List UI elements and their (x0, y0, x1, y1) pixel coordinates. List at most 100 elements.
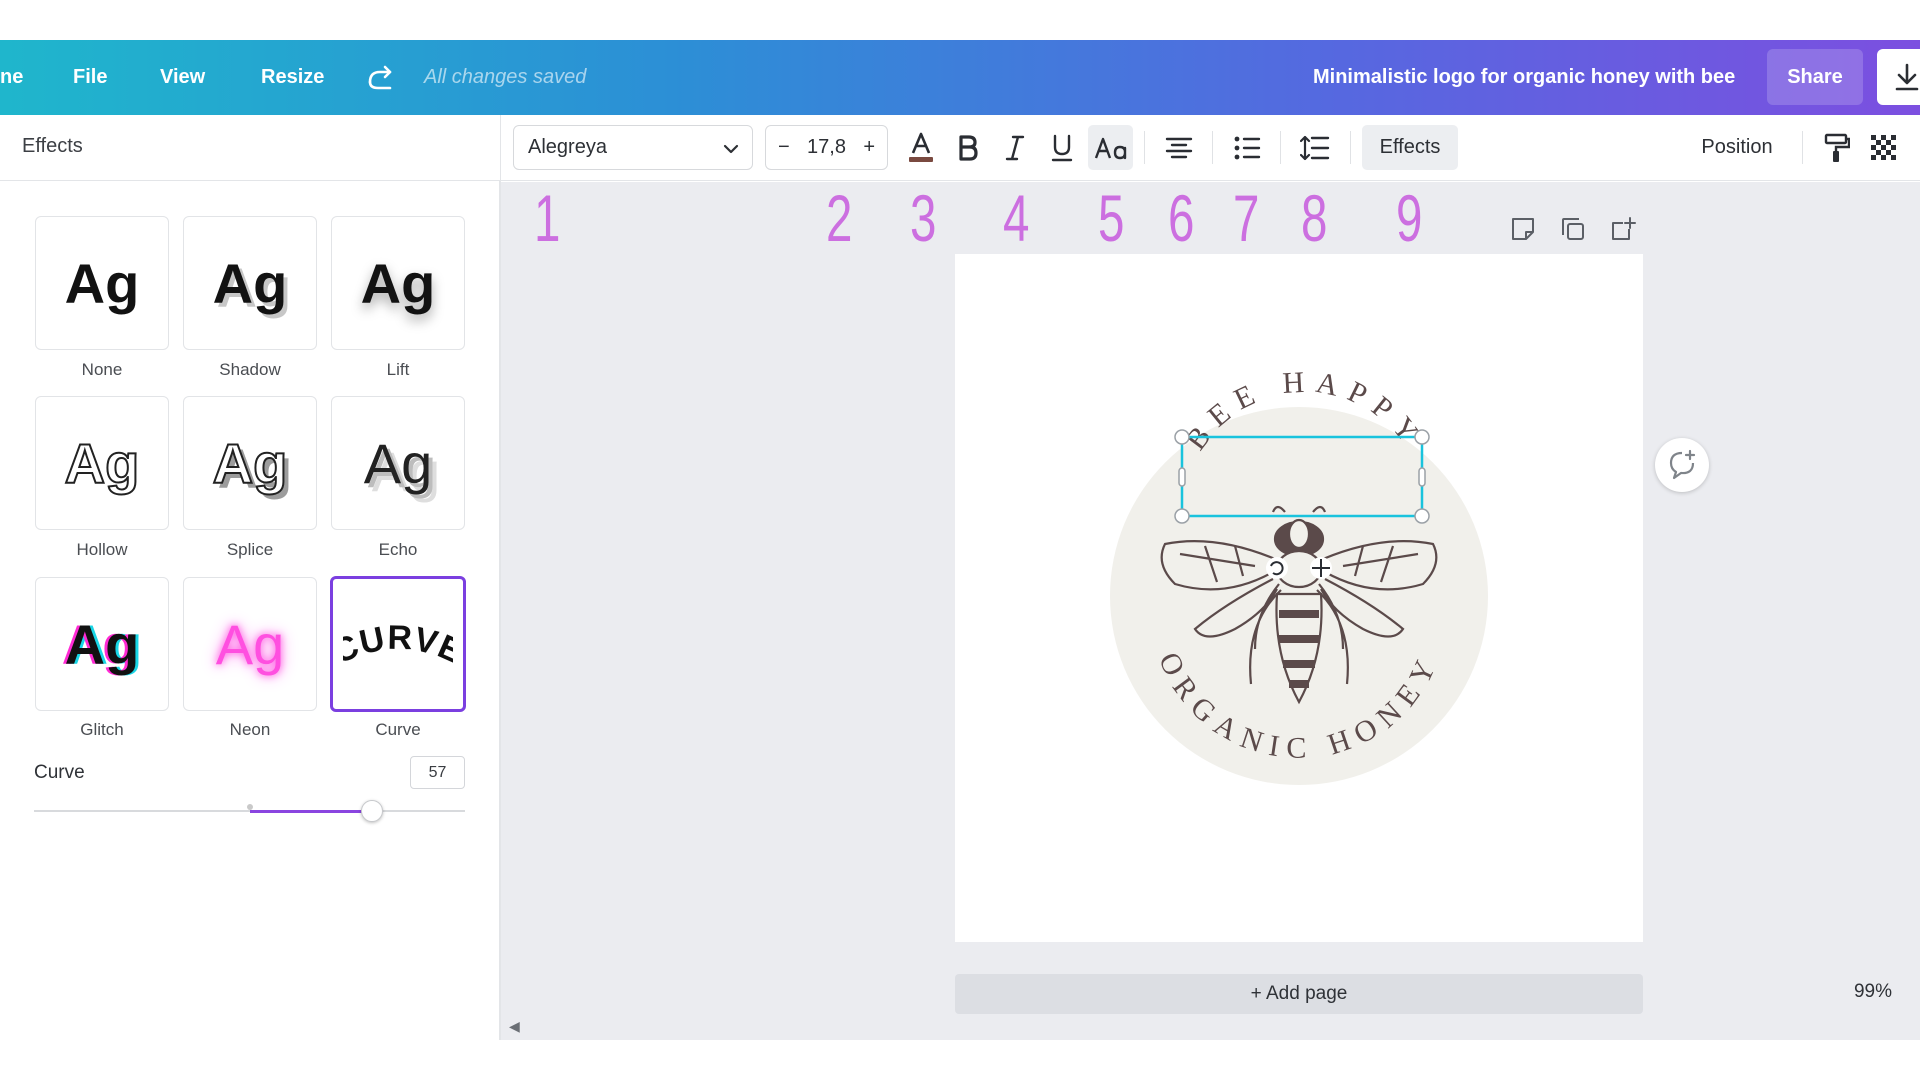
curve-value-input[interactable]: 57 (410, 756, 465, 789)
annotation-number: 9 (1396, 181, 1423, 255)
scroll-left-icon[interactable]: ◀ (509, 1018, 520, 1035)
position-button-label: Position (1701, 136, 1773, 158)
font-family-dropdown[interactable]: Alegreya (513, 125, 753, 170)
effect-label: Glitch (80, 720, 124, 739)
list-button[interactable] (1224, 125, 1269, 170)
share-button[interactable]: Share (1767, 49, 1863, 105)
nav-view[interactable]: View (160, 40, 205, 115)
effect-preview: Ag (64, 431, 141, 496)
underline-icon (1051, 134, 1072, 161)
effect-preview: Ag (212, 431, 289, 496)
add-comment-button[interactable] (1655, 438, 1709, 492)
line-spacing-icon (1299, 135, 1329, 160)
effect-echo-tile[interactable]: Ag (331, 396, 465, 530)
curve-slider-center-mark (247, 804, 253, 810)
annotation-number: 3 (910, 181, 937, 255)
effect-preview: Ag (215, 612, 285, 676)
effect-hollow-tile[interactable]: Ag (35, 396, 169, 530)
add-page-button[interactable]: + Add page (955, 974, 1643, 1014)
spacing-button[interactable] (1292, 125, 1337, 170)
zoom-level[interactable]: 99% (1818, 964, 1920, 1020)
underline-button[interactable] (1039, 125, 1084, 170)
annotation-number: 8 (1301, 181, 1328, 255)
effect-preview: Ag (64, 612, 140, 676)
download-icon (1895, 63, 1919, 91)
effect-label: Lift (386, 360, 410, 379)
annotation-number: 7 (1233, 181, 1260, 255)
add-page-icon[interactable] (1609, 215, 1637, 243)
effects-panel-header: Effects (0, 115, 500, 181)
italic-icon (1005, 135, 1024, 160)
save-status: All changes saved (424, 66, 587, 88)
comment-add-icon (1669, 449, 1696, 480)
effect-splice-tile[interactable]: Ag (183, 396, 317, 530)
font-size-increase-button[interactable]: + (863, 136, 875, 159)
add-page-label: + Add page (1250, 983, 1348, 1004)
effect-label: Splice (226, 540, 274, 559)
annotation-number: 5 (1098, 181, 1125, 255)
effects-button-label: Effects (1379, 136, 1441, 158)
top-bar: ne File View Resize All changes saved Mi… (0, 40, 1920, 115)
redo-icon[interactable] (364, 62, 396, 94)
resize-handle (1174, 508, 1190, 524)
chevron-down-icon (723, 144, 739, 154)
effect-glitch-tile[interactable]: Ag (35, 577, 169, 711)
align-center-icon (1165, 137, 1192, 158)
nav-resize[interactable]: Resize (261, 40, 324, 115)
share-label: Share (1787, 65, 1843, 88)
effect-curve-tile[interactable]: CURVE (330, 576, 466, 712)
resize-handle (1418, 467, 1426, 487)
annotation-number: 4 (1003, 181, 1030, 255)
effect-shadow-tile[interactable]: Ag (183, 216, 317, 350)
font-size-decrease-button[interactable]: − (778, 136, 790, 159)
curve-value: 57 (428, 763, 447, 781)
bottom-margin (0, 1040, 1920, 1080)
bee-logo[interactable]: BEE HAPPY ORGANIC HONEY (955, 254, 1643, 942)
font-family-value: Alegreya (528, 136, 607, 158)
effect-label: Curve (375, 720, 421, 739)
curve-slider-fill (250, 810, 373, 813)
text-color-icon (908, 132, 933, 162)
font-size-value[interactable]: 17,8 (807, 136, 846, 159)
toolbar-divider (1350, 131, 1351, 164)
italic-button[interactable] (992, 125, 1037, 170)
effects-button[interactable]: Effects (1362, 125, 1458, 170)
effect-preview: CURVE (343, 619, 453, 672)
download-button[interactable] (1877, 49, 1920, 105)
paint-roller-icon (1824, 133, 1850, 162)
effect-neon-tile[interactable]: Ag (183, 577, 317, 711)
toolbar-divider (1280, 131, 1281, 164)
resize-handle (1414, 429, 1430, 445)
duplicate-page-icon[interactable] (1559, 215, 1587, 243)
effect-lift-tile[interactable]: Ag (331, 216, 465, 350)
toolbar-divider (1212, 131, 1213, 164)
nav-home[interactable]: ne (0, 40, 23, 115)
effect-none-tile[interactable]: Ag (35, 216, 169, 350)
effect-label: Echo (378, 540, 418, 559)
move-icon (1310, 557, 1332, 579)
letter-case-icon (1094, 137, 1126, 159)
transparency-icon (1870, 134, 1896, 160)
nav-file[interactable]: File (73, 40, 107, 115)
resize-handle (1414, 508, 1430, 524)
effect-label: Shadow (219, 360, 281, 379)
text-color-button[interactable] (898, 125, 943, 170)
annotation-number: 6 (1168, 181, 1195, 255)
toolbar-divider (1144, 131, 1145, 164)
effect-preview: Ag (363, 431, 433, 495)
position-button[interactable]: Position (1682, 125, 1792, 170)
copy-style-button[interactable] (1814, 125, 1859, 170)
bullet-list-icon (1234, 136, 1260, 159)
page-notes-icon[interactable] (1509, 215, 1537, 243)
transparency-button[interactable] (1861, 125, 1906, 170)
effect-label: Neon (229, 720, 271, 739)
resize-handle (1174, 429, 1190, 445)
effect-label: Hollow (76, 540, 128, 559)
font-size-stepper[interactable]: − 17,8 + (765, 125, 888, 170)
document-title[interactable]: Minimalistic logo for organic honey with… (1313, 40, 1735, 115)
design-page[interactable]: BEE HAPPY ORGANIC HONEY (955, 254, 1643, 942)
alignment-button[interactable] (1156, 125, 1201, 170)
bold-button[interactable] (945, 125, 990, 170)
letter-case-button[interactable] (1088, 125, 1133, 170)
zoom-value: 99% (1853, 981, 1893, 1002)
